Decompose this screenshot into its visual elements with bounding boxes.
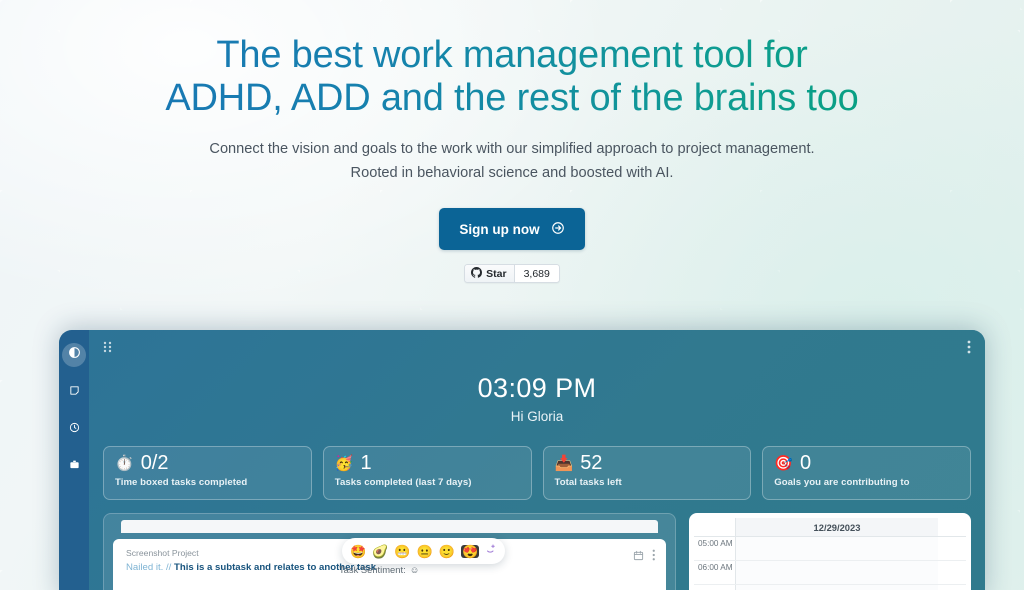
arrow-right-circle-icon xyxy=(551,221,565,238)
headline-line-2: ADHD, ADD and the rest of the brains too xyxy=(165,76,859,119)
dashboard-icon xyxy=(68,346,81,364)
github-star-count: 3,689 xyxy=(514,265,559,283)
user-greeting: Hi Gloria xyxy=(510,409,564,424)
stat-value: 52 xyxy=(580,452,603,474)
sidebar-item-time-tracking[interactable] xyxy=(62,417,86,441)
task-sentiment: Task Sentiment: ☺ xyxy=(339,564,419,575)
stat-value: 0 xyxy=(799,452,812,474)
reaction-emoji[interactable]: 🥑 xyxy=(372,545,388,558)
stat-card-goals[interactable]: 🎯 0 Goals you are contributing to xyxy=(762,446,971,500)
calendar-time-label: 06:00 AM xyxy=(694,561,736,584)
github-star-button[interactable]: Star xyxy=(465,265,515,283)
calendar-time-label: 05:00 AM xyxy=(694,537,736,560)
party-face-icon: 🥳 xyxy=(334,455,354,472)
github-badge-container: Star 3,689 xyxy=(0,250,1024,284)
stat-top: 📥 52 xyxy=(555,453,741,474)
calendar-date: 12/29/2023 xyxy=(813,521,861,533)
stat-top: 🎯 0 xyxy=(774,453,960,474)
task-actions xyxy=(633,548,656,566)
current-time: 03:09 PM xyxy=(477,373,597,403)
stat-top: ⏱️ 0/2 xyxy=(115,453,301,474)
clock-block: 03:09 PM Hi Gloria xyxy=(103,373,971,424)
sidebar-item-notes[interactable] xyxy=(62,380,86,404)
emoji-reaction-picker[interactable]: 🤩 🥑 😬 😐 🙂 😍 xyxy=(342,538,506,564)
calendar-time-label xyxy=(694,585,736,590)
sidebar-item-projects[interactable] xyxy=(62,454,86,478)
page-title: The best work management tool for ADHD, … xyxy=(0,34,1024,119)
calendar-tail xyxy=(938,561,966,584)
notes-icon xyxy=(69,383,80,401)
task-sentiment-label: Task Sentiment: xyxy=(339,564,406,575)
calendar-tail xyxy=(938,585,966,590)
calendar-panel: 12/29/2023 05:00 AM 06:00 AM xyxy=(689,513,971,590)
clock-icon xyxy=(69,420,80,438)
app-main-area: 03:09 PM Hi Gloria ⏱️ 0/2 Time boxed tas… xyxy=(89,330,985,590)
tasks-panel: Screenshot Project Nailed it. // This is… xyxy=(103,513,676,590)
sign-up-button-label: Sign up now xyxy=(459,221,540,237)
panels-row: Screenshot Project Nailed it. // This is… xyxy=(103,513,971,590)
headline-line-1: The best work management tool for xyxy=(216,34,808,76)
stat-card-timeboxed[interactable]: ⏱️ 0/2 Time boxed tasks completed xyxy=(103,446,312,500)
stat-label: Goals you are contributing to xyxy=(774,477,910,488)
hero-subtitle: Connect the vision and goals to the work… xyxy=(0,138,1024,185)
stat-value: 0/2 xyxy=(140,452,169,474)
calendar-slot[interactable] xyxy=(736,537,938,560)
calendar-icon[interactable] xyxy=(633,548,644,566)
stat-label: Time boxed tasks completed xyxy=(115,477,248,488)
sign-up-button[interactable]: Sign up now xyxy=(439,208,585,251)
calendar-tail xyxy=(938,537,966,560)
subtitle-line-1: Connect the vision and goals to the work… xyxy=(209,141,815,158)
github-star-label: Star xyxy=(486,267,507,280)
kebab-menu-icon[interactable] xyxy=(652,548,656,566)
calendar-row[interactable]: 06:00 AM xyxy=(694,561,966,585)
stat-label: Tasks completed (last 7 days) xyxy=(334,477,472,488)
app-sidebar xyxy=(59,330,89,590)
stat-label: Total tasks left xyxy=(554,477,622,488)
calendar-slot[interactable] xyxy=(736,585,938,590)
calendar-header: 12/29/2023 xyxy=(694,518,966,537)
reaction-emoji[interactable]: 😐 xyxy=(417,545,433,558)
reaction-emoji[interactable]: 🙂 xyxy=(439,545,455,558)
smiley-face-icon: ☺ xyxy=(409,564,420,575)
subtitle-line-2: Rooted in behavioral science and boosted… xyxy=(350,164,674,181)
reaction-emoji[interactable]: 🤩 xyxy=(350,545,366,558)
grip-dots-icon[interactable] xyxy=(103,340,112,358)
calendar-row[interactable]: 05:00 AM xyxy=(694,537,966,561)
stat-card-completed[interactable]: 🥳 1 Tasks completed (last 7 days) xyxy=(322,446,532,500)
github-star-badge[interactable]: Star 3,689 xyxy=(464,264,560,284)
calendar-row[interactable] xyxy=(694,585,966,590)
stats-row: ⏱️ 0/2 Time boxed tasks completed 🥳 1 Ta… xyxy=(103,446,971,500)
sidebar-item-dashboard[interactable] xyxy=(62,343,86,367)
calendar-gutter-header xyxy=(694,518,736,536)
cta-container: Sign up now xyxy=(0,208,1024,251)
stat-top: 🥳 1 xyxy=(335,453,521,474)
add-reaction-icon[interactable] xyxy=(485,542,497,560)
hero-section: The best work management tool for ADHD, … xyxy=(0,0,1024,284)
stat-card-tasks-left[interactable]: 📥 52 Total tasks left xyxy=(542,446,752,500)
github-icon xyxy=(471,266,483,281)
stopwatch-icon: ⏱️ xyxy=(115,455,134,472)
inbox-tray-icon: 📥 xyxy=(554,455,574,472)
reaction-emoji[interactable]: 😬 xyxy=(394,545,410,558)
dart-target-icon: 🎯 xyxy=(774,455,793,472)
landing-page: The best work management tool for ADHD, … xyxy=(0,0,1024,590)
briefcase-icon xyxy=(69,457,80,475)
calendar-grid: 12/29/2023 05:00 AM 06:00 AM xyxy=(694,518,966,590)
app-topbar xyxy=(103,330,971,359)
task-search-input[interactable] xyxy=(121,520,658,533)
app-preview-window: 03:09 PM Hi Gloria ⏱️ 0/2 Time boxed tas… xyxy=(59,330,985,590)
kebab-menu-icon[interactable] xyxy=(967,340,971,359)
calendar-slot[interactable] xyxy=(736,561,938,584)
task-prefix: Nailed it. // xyxy=(126,562,172,573)
calendar-tail-header xyxy=(938,518,966,536)
reaction-emoji-selected[interactable]: 😍 xyxy=(460,544,480,558)
stat-value: 1 xyxy=(360,452,372,474)
